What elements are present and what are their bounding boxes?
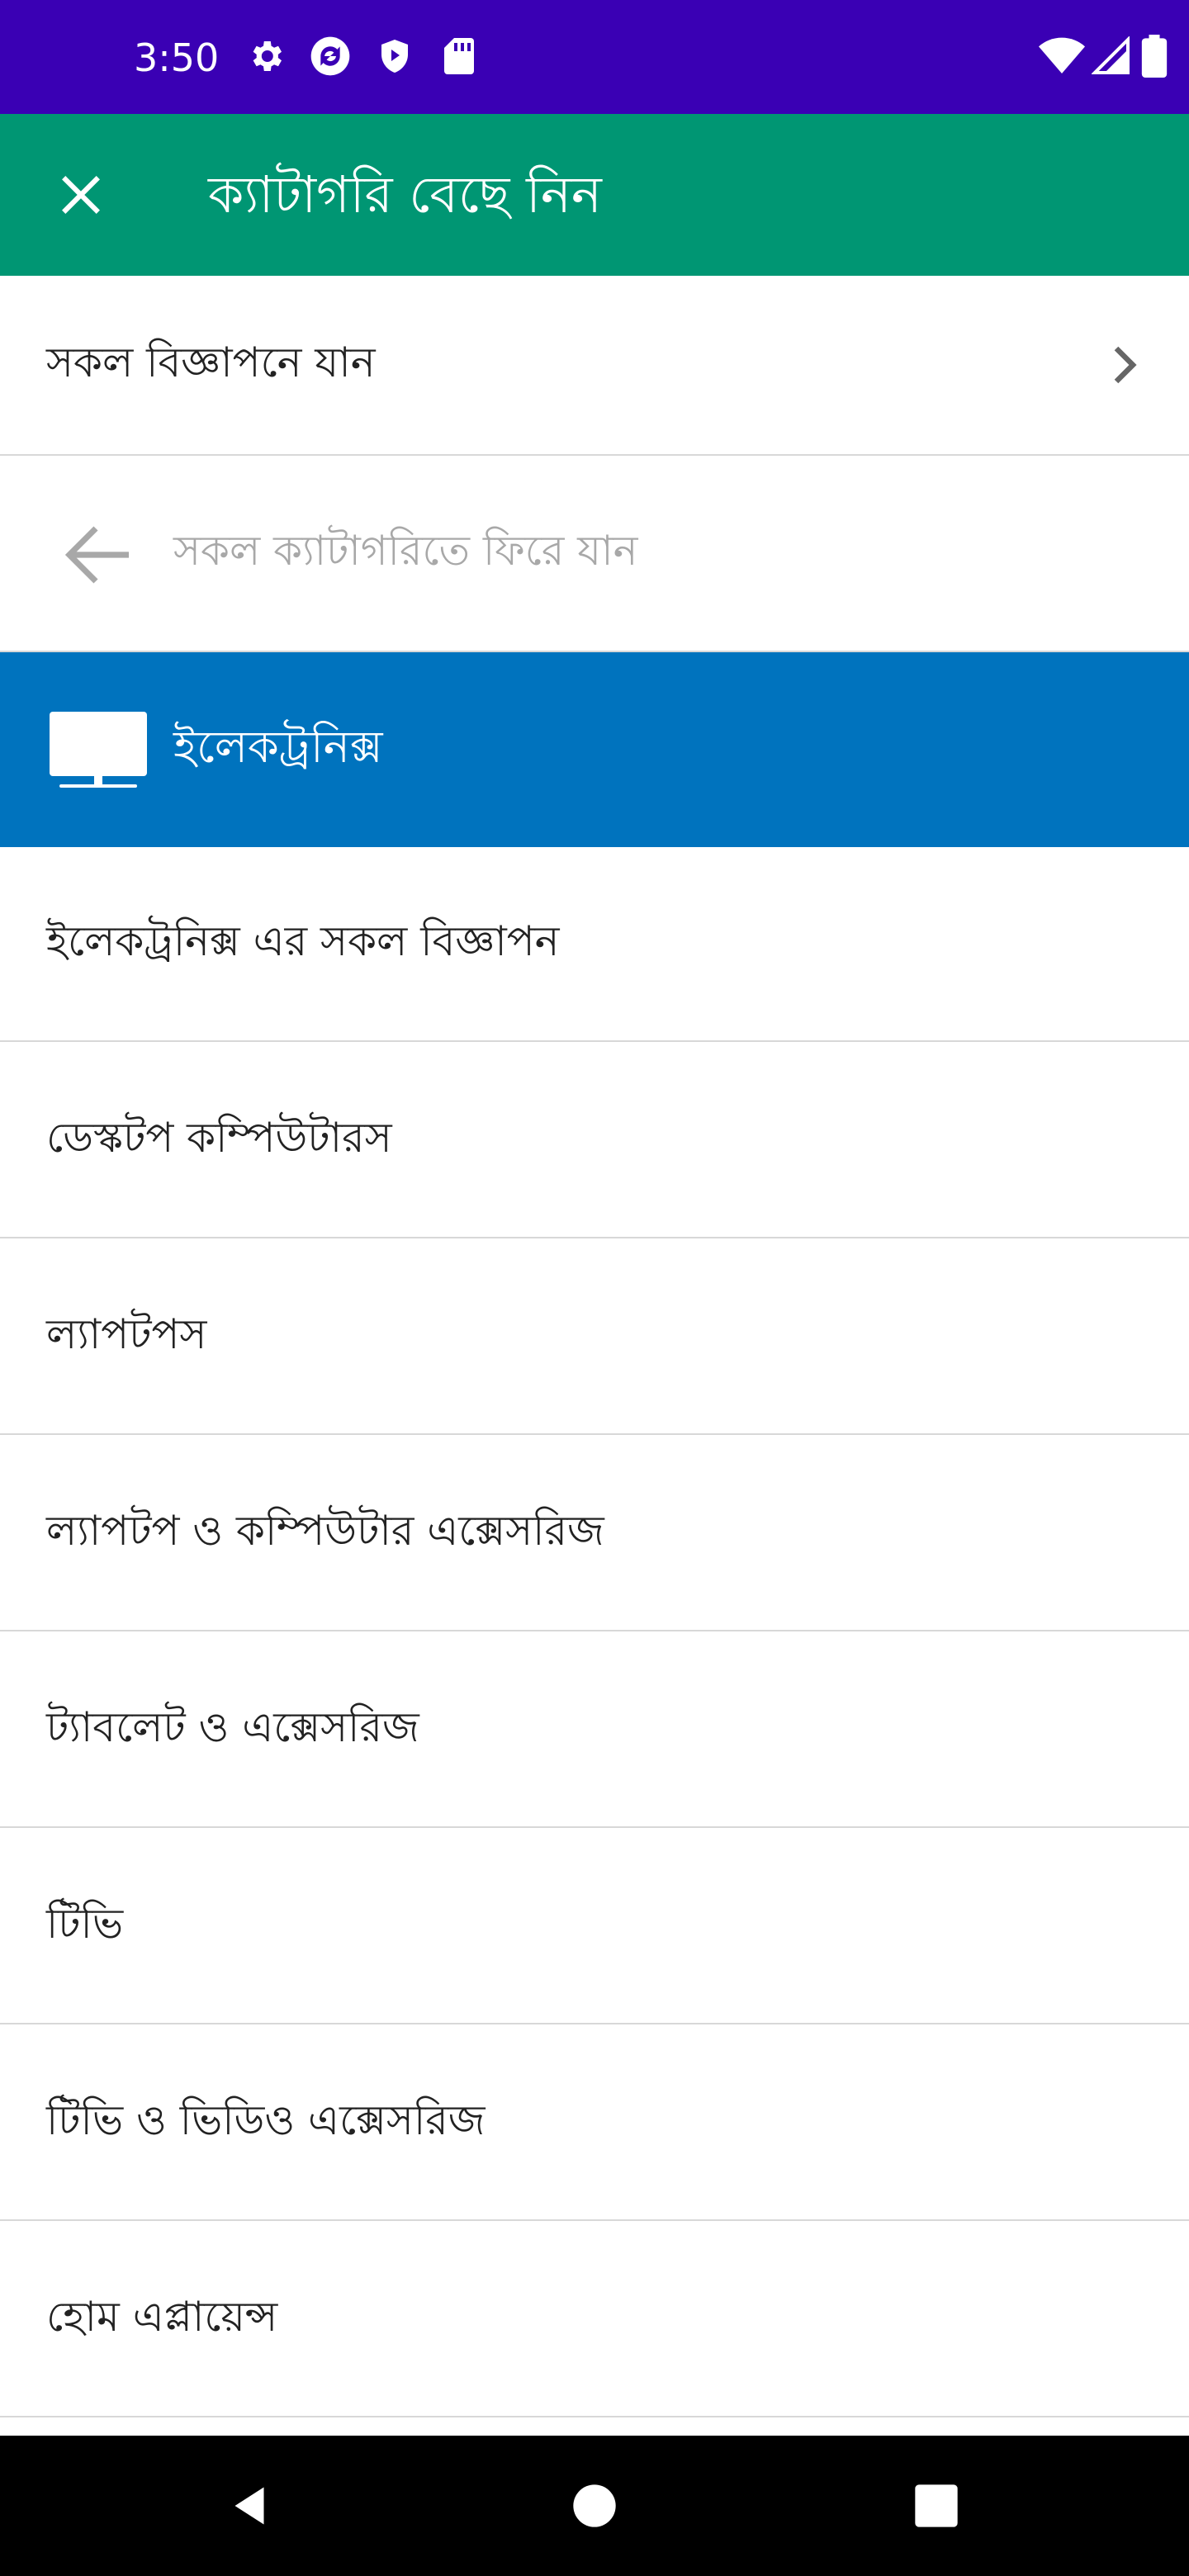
list-item[interactable]: হোম এপ্লায়েন্স [0, 2223, 1189, 2417]
recents-square-icon [915, 2484, 958, 2527]
selected-category-label: ইলেকট্রনিক্স [173, 721, 383, 773]
list-item[interactable]: ট্যাবলেট ও এক্সেসরিজ [0, 1633, 1189, 1828]
list-item[interactable]: ডেস্কটপ কম্পিউটারস [0, 1044, 1189, 1238]
list-item[interactable]: টিভি ও ভিডিও এক্সেসরিজ [0, 2026, 1189, 2221]
category-picker-screen: 3:50 ক্যাটাগরি বেছে নিন সকল বিজ্ঞাপনে যা… [0, 0, 1189, 2576]
signal-icon [1087, 31, 1136, 81]
tv-icon [50, 712, 147, 788]
sd-card-icon [434, 31, 484, 81]
home-circle-icon [573, 2484, 616, 2527]
list-item-label: ল্যাপটপস [46, 1309, 207, 1358]
list-item-label: ট্যাবলেট ও এক্সেসরিজ [46, 1702, 419, 1751]
list-item[interactable]: ল্যাপটপ ও কম্পিউটার এক্সেসরিজ [0, 1437, 1189, 1631]
all-ads-row[interactable]: সকল বিজ্ঞাপনে যান [0, 276, 1189, 456]
list-item-label: ডেস্কটপ কম্পিউটারস [46, 1113, 392, 1162]
sync-icon [306, 31, 355, 81]
all-ads-label: সকল বিজ্ঞাপনে যান [46, 338, 376, 386]
list-item-label: টিভি ও ভিডিও এক্সেসরিজ [46, 2095, 486, 2144]
list-item[interactable]: ল্যাপটপস [0, 1240, 1189, 1435]
selected-category-row[interactable]: ইলেকট্রনিক্স [0, 652, 1189, 847]
system-nav-bar [0, 2436, 1189, 2576]
list-item-label: টিভি [46, 1899, 124, 1948]
chevron-right-icon [1114, 346, 1137, 384]
page-title: ক্যাটাগরি বেছে নিন [208, 164, 602, 225]
app-bar: ক্যাটাগরি বেছে নিন [0, 114, 1189, 276]
back-to-categories-label: সকল ক্যাটাগরিতে ফিরে যান [173, 526, 638, 575]
list-item-label: হোম এপ্লায়েন্স [46, 2292, 278, 2341]
nav-home-button[interactable] [561, 2473, 628, 2539]
list-item-label: ল্যাপটপ ও কম্পিউটার এক্সেসরিজ [46, 1506, 604, 1555]
back-to-categories-row[interactable]: সকল ক্যাটাগরিতে ফিরে যান [0, 456, 1189, 652]
status-time: 3:50 [134, 36, 220, 80]
close-icon [62, 176, 100, 214]
shield-play-icon [370, 31, 419, 81]
gear-icon [241, 31, 291, 81]
arrow-left-icon [64, 526, 129, 584]
wifi-icon [1037, 31, 1087, 81]
list-item[interactable]: টিভি [0, 1830, 1189, 2024]
battery-icon [1130, 31, 1179, 81]
nav-back-button[interactable] [216, 2473, 282, 2539]
nav-recents-button[interactable] [903, 2473, 969, 2539]
list-item[interactable]: ইলেকট্রনিক্স এর সকল বিজ্ঞাপন [0, 847, 1189, 1042]
close-button[interactable] [40, 154, 122, 236]
back-triangle-icon [234, 2487, 264, 2525]
status-bar: 3:50 [0, 0, 1189, 114]
list-item-label: ইলেকট্রনিক্স এর সকল বিজ্ঞাপন [46, 916, 560, 965]
